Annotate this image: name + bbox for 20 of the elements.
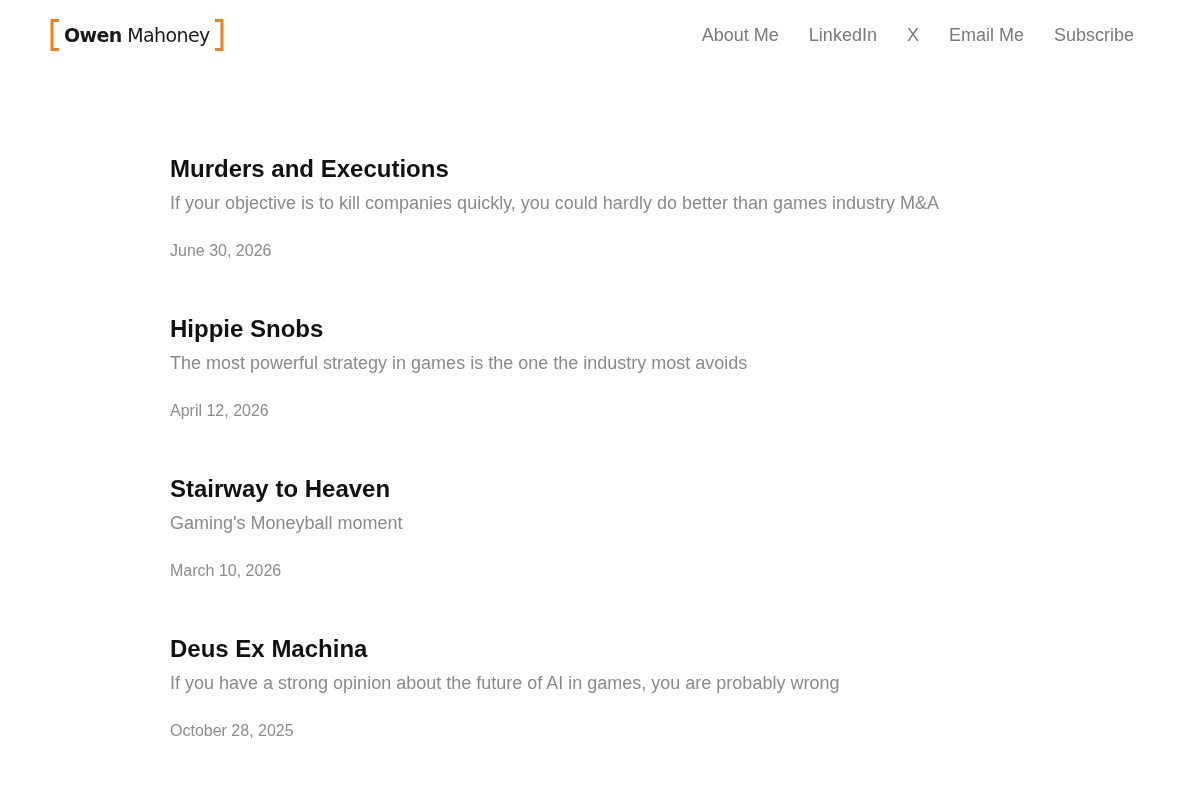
- post-date: June 30, 2026: [170, 241, 272, 261]
- post-subtitle: The most powerful strategy in games is the one the industry most avoids: [170, 352, 749, 375]
- right-bracket-icon: [213, 19, 224, 51]
- nav-link[interactable]: X: [906, 23, 919, 47]
- logo-link[interactable]: Owen Mahoney: [50, 19, 224, 51]
- post-subtitle: If your objective is to kill companies quickly, you could hardly do better than games industry M&A: [170, 192, 941, 215]
- post-subtitle: If you have a strong opinion about the future of AI in games, you are probably wrong: [170, 672, 841, 695]
- post-date: October 28, 2025: [170, 721, 294, 741]
- left-bracket-icon: [50, 19, 60, 51]
- post-title-link[interactable]: Hippie Snobs: [170, 314, 324, 344]
- post-title-link[interactable]: Deus Ex Machina: [170, 634, 368, 664]
- post-title-link[interactable]: Stairway to Heaven: [170, 474, 391, 504]
- nav-link[interactable]: Email Me: [948, 23, 1024, 47]
- nav-link[interactable]: Subscribe: [1053, 23, 1134, 47]
- post-subtitle: Gaming's Moneyball moment: [170, 512, 404, 535]
- post-title-link[interactable]: Murders and Executions: [170, 154, 449, 184]
- nav-link[interactable]: LinkedIn: [808, 23, 877, 47]
- nav-link[interactable]: About Me: [701, 23, 779, 47]
- post-date: April 12, 2026: [170, 401, 269, 421]
- post-date: March 10, 2026: [170, 561, 282, 581]
